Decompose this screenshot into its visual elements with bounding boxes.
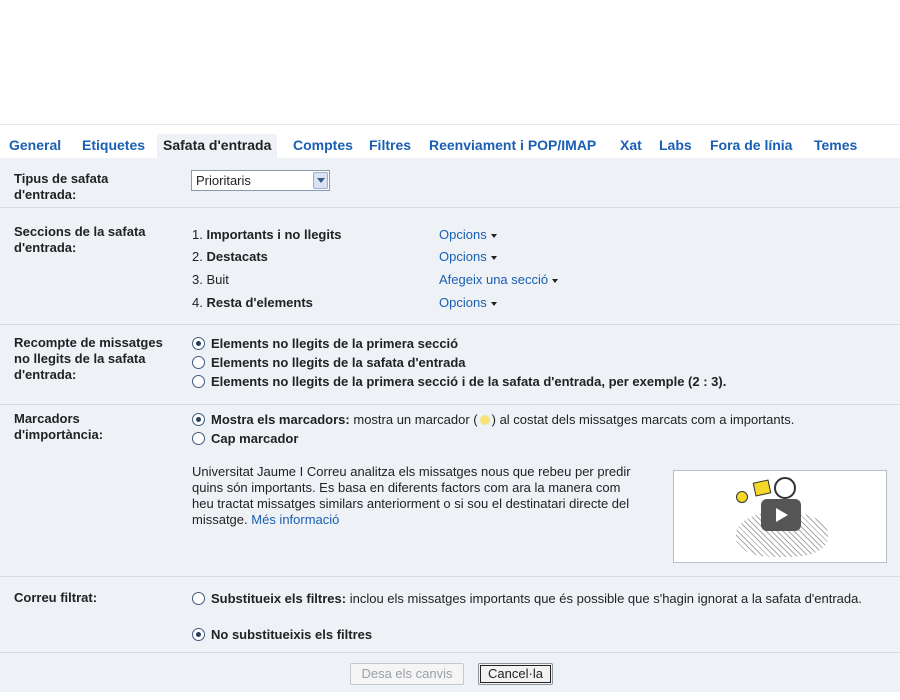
tab-filters[interactable]: Filtres [369,137,411,153]
radio-button[interactable] [192,628,205,641]
section-row-3: 3. Buit [192,272,229,287]
save-changes-button[interactable]: Desa els canvis [350,663,464,685]
radio-button[interactable] [192,375,205,388]
person-illustration-icon [774,477,796,499]
section-name: Resta d'elements [206,295,313,310]
no-markers-title: Cap marcador [211,431,299,446]
tab-general[interactable]: General [9,137,61,153]
caret-down-icon [490,301,497,306]
unread-option-text: Elements no llegits de la safata d'entra… [211,355,466,370]
options-label: Opcions [439,227,487,242]
no-override-title: No substitueixis els filtres [211,627,373,642]
tab-forwarding[interactable]: Reenviament i POP/IMAP [429,137,596,153]
play-video-icon[interactable] [761,499,801,531]
caret-down-icon [490,255,497,260]
section-number: 1. [192,227,203,242]
override-filters-option[interactable]: Substitueix els filtres: inclou els miss… [192,591,872,607]
unread-option-text: Elements no llegits de la primera secció [211,336,459,351]
radio-button[interactable] [192,337,205,350]
tab-labs[interactable]: Labs [659,137,692,153]
no-markers-option[interactable]: Cap marcador [192,431,298,447]
section-number: 4. [192,295,203,310]
options-label: Opcions [439,249,487,264]
override-filters-text: inclou els missatges importants que és p… [349,591,862,606]
show-markers-text-after: ) al costat dels missatges marcats com a… [491,412,795,427]
inbox-type-select[interactable]: Prioritaris [191,170,330,191]
section-name: Destacats [206,249,268,264]
no-override-option[interactable]: No substitueixis els filtres [192,627,372,643]
filtered-mail-label: Correu filtrat: [14,590,98,605]
importance-markers-label: Marcadors d'importància: [14,411,104,442]
settings-tabs: General Etiquetes Safata d'entrada Compt… [0,124,900,159]
marker-illustration-icon [736,491,748,503]
inbox-sections-section: Seccions de la safata d'entrada: 1. Impo… [0,209,900,325]
radio-button[interactable] [192,592,205,605]
section-name: Buit [206,272,229,287]
inbox-type-section: Tipus de safata d'entrada: Prioritaris [0,158,900,208]
options-label: Afegeix una secció [439,272,549,287]
caret-down-icon [490,233,497,238]
tab-accounts[interactable]: Comptes [293,137,353,153]
show-markers-title: Mostra els marcadors: [211,412,350,427]
inbox-type-label: Tipus de safata d'entrada: [14,171,109,202]
add-section-link[interactable]: Afegeix una secció [439,272,559,287]
settings-panel: Tipus de safata d'entrada: Prioritaris S… [0,158,900,692]
tab-chat[interactable]: Xat [620,137,642,153]
section-1-options-link[interactable]: Opcions [439,227,497,242]
override-filters-title: Substitueix els filtres: [211,591,347,606]
unread-option-3[interactable]: Elements no llegits de la primera secció… [192,374,726,390]
tab-offline[interactable]: Fora de línia [710,137,792,153]
tab-themes[interactable]: Temes [814,137,857,153]
flag-illustration-icon [752,479,772,497]
radio-button[interactable] [192,356,205,369]
learn-more-link[interactable]: Més informació [251,512,339,527]
chevron-down-icon[interactable] [313,172,328,189]
unread-count-label: Recompte de missatges no llegits de la s… [14,335,163,382]
importance-markers-section: Marcadors d'importància: Mostra els marc… [0,406,900,577]
caret-down-icon [552,278,559,283]
cancel-button[interactable]: Cancel·la [478,663,553,685]
section-number: 3. [192,272,203,287]
inbox-type-selected: Prioritaris [196,173,251,188]
filtered-mail-section: Correu filtrat: Substitueix els filtres:… [0,578,900,653]
section-4-options-link[interactable]: Opcions [439,295,497,310]
unread-option-2[interactable]: Elements no llegits de la safata d'entra… [192,355,466,371]
show-markers-option[interactable]: Mostra els marcadors: mostra un marcador… [192,412,794,428]
section-row-1: 1. Importants i no llegits [192,227,342,242]
unread-count-section: Recompte de missatges no llegits de la s… [0,326,900,405]
section-number: 2. [192,249,203,264]
radio-button[interactable] [192,413,205,426]
video-thumbnail[interactable] [673,470,887,563]
inbox-sections-label: Seccions de la safata d'entrada: [14,224,146,255]
settings-page: General Etiquetes Safata d'entrada Compt… [0,0,900,700]
unread-option-text: Elements no llegits de la primera secció… [211,374,727,389]
importance-marker-icon [479,415,490,425]
options-label: Opcions [439,295,487,310]
importance-description: Universitat Jaume I Correu analitza els … [192,464,642,528]
section-row-2: 2. Destacats [192,249,268,264]
unread-option-1[interactable]: Elements no llegits de la primera secció [192,336,458,352]
tab-labels[interactable]: Etiquetes [82,137,145,153]
section-row-4: 4. Resta d'elements [192,295,313,310]
section-2-options-link[interactable]: Opcions [439,249,497,264]
section-name: Importants i no llegits [206,227,342,242]
show-markers-text: mostra un marcador ( [353,412,478,427]
tab-inbox[interactable]: Safata d'entrada [157,134,278,159]
radio-button[interactable] [192,432,205,445]
